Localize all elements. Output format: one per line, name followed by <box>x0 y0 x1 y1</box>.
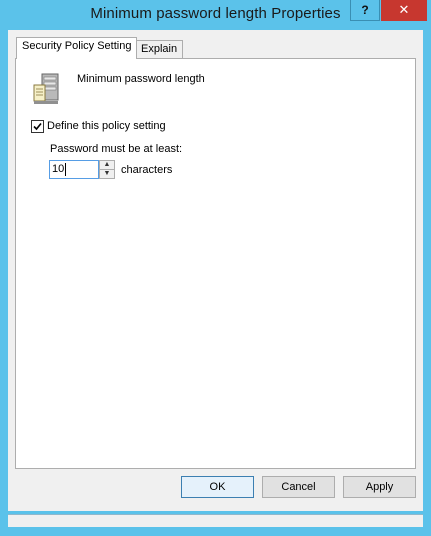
text-caret <box>65 162 67 176</box>
policy-name: Minimum password length <box>77 73 205 85</box>
checkmark-icon <box>33 122 42 131</box>
tab-security-policy-setting[interactable]: Security Policy Setting <box>16 37 138 59</box>
policy-server-icon <box>33 73 59 104</box>
define-policy-checkbox[interactable] <box>31 120 44 133</box>
define-policy-label[interactable]: Define this policy setting <box>47 120 166 132</box>
tab-panel: Minimum password length Define this poli… <box>15 58 416 469</box>
help-button[interactable]: ? <box>350 0 380 21</box>
password-length-value: 10 <box>52 163 65 175</box>
tab-explain[interactable]: Explain <box>135 40 184 58</box>
characters-label: characters <box>121 164 173 176</box>
password-length-input[interactable]: 10 <box>49 160 99 179</box>
spin-down-button[interactable]: ▼ <box>99 169 115 179</box>
password-min-label: Password must be at least: <box>50 143 183 155</box>
title-bar: Minimum password length Properties ? ✕ <box>0 0 431 30</box>
background-window-strip <box>8 514 423 527</box>
apply-button[interactable]: Apply <box>343 476 416 498</box>
cancel-button[interactable]: Cancel <box>262 476 335 498</box>
ok-button[interactable]: OK <box>181 476 254 498</box>
dialog-client-area: Security Policy Setting Explain Minimum … <box>8 30 423 511</box>
close-button[interactable]: ✕ <box>381 0 427 21</box>
